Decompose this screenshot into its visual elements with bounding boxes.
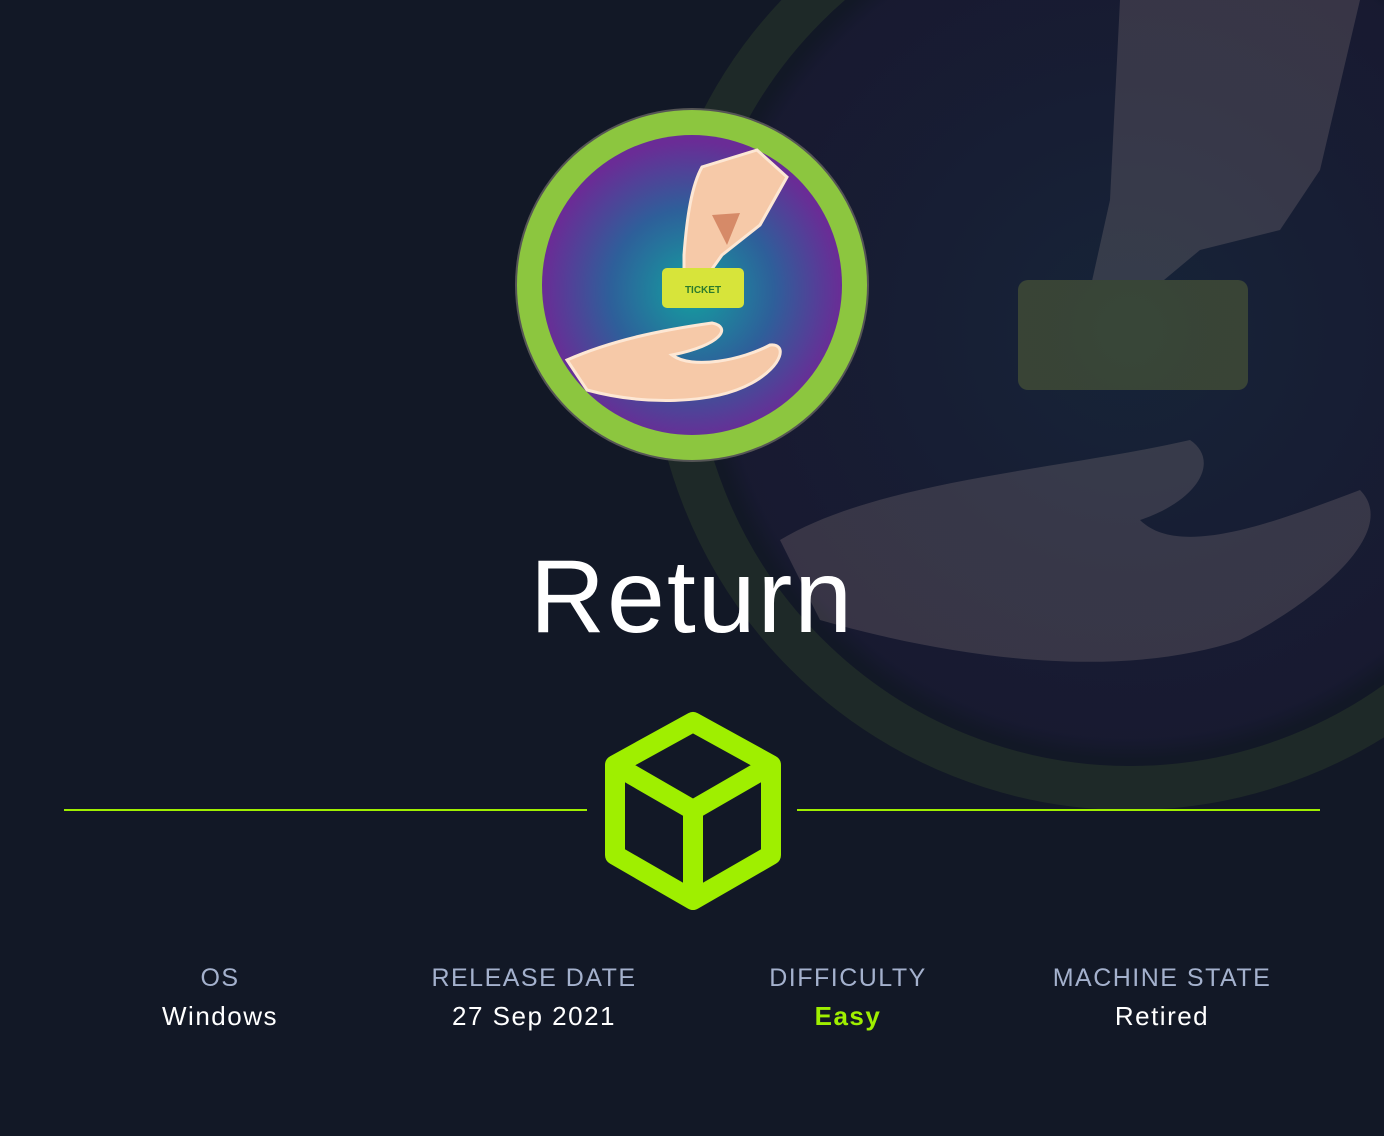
info-difficulty: DIFFICULTY Easy	[698, 964, 998, 1032]
release-date-value: 27 Sep 2021	[452, 1001, 616, 1031]
machine-state-label: MACHINE STATE	[1052, 964, 1272, 992]
os-value: Windows	[162, 1001, 278, 1031]
divider-right	[797, 809, 1320, 811]
info-machine-state: MACHINE STATE Retired	[1012, 964, 1312, 1032]
machine-state-value: Retired	[1114, 1001, 1210, 1031]
difficulty-value: Easy	[814, 1001, 882, 1031]
os-label: OS	[200, 964, 240, 992]
machine-avatar: TICKET	[515, 108, 869, 462]
cube-icon	[605, 712, 781, 910]
info-os: OS Windows	[70, 964, 370, 1032]
info-release-date: RELEASE DATE 27 Sep 2021	[384, 964, 684, 1032]
divider-left	[64, 809, 587, 811]
release-date-label: RELEASE DATE	[431, 964, 637, 992]
machine-name: Return	[529, 539, 855, 655]
ticket-text: TICKET	[685, 285, 721, 296]
difficulty-label: DIFFICULTY	[769, 964, 927, 992]
